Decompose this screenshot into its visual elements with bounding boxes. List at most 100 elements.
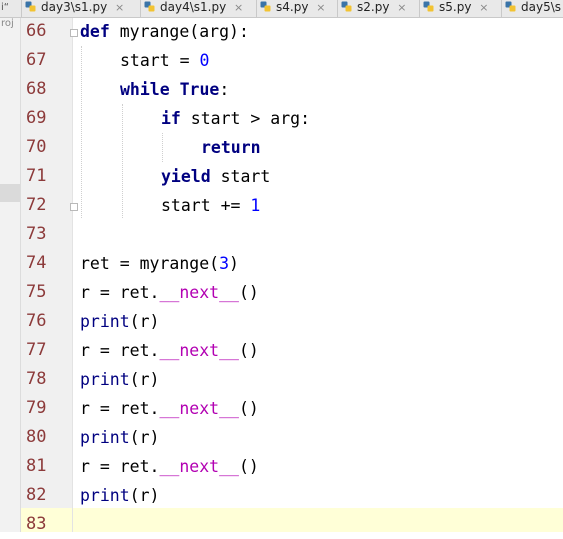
project-strip-label: roj: [1, 18, 14, 29]
current-line-highlight: [73, 508, 563, 532]
keyword-while: while: [120, 80, 170, 99]
tab-close-icon[interactable]: ×: [115, 1, 124, 14]
line-number: 71: [26, 166, 47, 186]
python-file-icon: [505, 1, 516, 12]
code-line-74[interactable]: ret = myrange(3): [80, 249, 239, 278]
code-text: (): [238, 457, 259, 476]
code-line-75[interactable]: r = ret.__next__(): [80, 278, 259, 307]
dunder-method: __next__: [159, 457, 239, 476]
tab-label: day5\s: [521, 0, 562, 14]
tab-s2[interactable]: s2.py ×: [337, 0, 416, 17]
number-literal: 3: [219, 254, 230, 273]
line-number: 70: [26, 137, 47, 157]
code-text: r = ret.: [80, 399, 160, 418]
tab-s5[interactable]: s5.py ×: [419, 0, 498, 17]
tab-label: day3\s1.py: [41, 0, 108, 14]
python-file-icon: [260, 1, 271, 12]
line-number: 77: [26, 340, 47, 360]
builtin-print: print: [80, 486, 130, 505]
keyword-if: if: [161, 109, 181, 128]
code-text: ret = myrange(: [80, 254, 220, 273]
tab-close-icon[interactable]: ×: [234, 1, 243, 14]
indent-guide: [162, 133, 163, 162]
code-line-72[interactable]: start += 1: [161, 191, 260, 220]
code-line-81[interactable]: r = ret.__next__(): [80, 452, 259, 481]
keyword-yield: yield: [161, 167, 211, 186]
code-line-66[interactable]: def myrange(arg):: [80, 17, 249, 46]
code-line-80[interactable]: print(r): [80, 423, 159, 452]
code-line-69[interactable]: if start > arg:: [161, 104, 310, 133]
dunder-method: __next__: [159, 283, 239, 302]
code-text: start: [210, 167, 271, 186]
dunder-method: __next__: [159, 341, 239, 360]
code-line-68[interactable]: while True:: [120, 75, 229, 104]
builtin-print: print: [80, 370, 130, 389]
code-line-77[interactable]: r = ret.__next__(): [80, 336, 259, 365]
tab-day4-s1[interactable]: day4\s1.py ×: [140, 0, 253, 17]
indent-guide: [122, 104, 123, 218]
line-number: 79: [26, 398, 47, 418]
tab-label: s4.py: [276, 0, 309, 14]
number-literal: 0: [199, 51, 210, 70]
line-number: 75: [26, 282, 47, 302]
tab-day3-s1[interactable]: day3\s1.py ×: [21, 0, 124, 17]
code-text: myrange(arg):: [109, 22, 249, 41]
keyword-return: return: [201, 138, 261, 157]
code-text: r = ret.: [80, 283, 160, 302]
python-file-icon: [144, 1, 155, 12]
tab-close-icon[interactable]: ×: [397, 1, 406, 14]
fold-marker-icon[interactable]: [70, 203, 78, 211]
line-number: 82: [26, 485, 47, 505]
builtin-print: print: [80, 428, 130, 447]
project-strip-selection: [0, 184, 20, 202]
dunder-method: __next__: [159, 399, 239, 418]
line-number: 83: [26, 514, 47, 534]
code-text: start =: [120, 51, 200, 70]
python-file-icon: [341, 1, 352, 12]
line-number: 67: [26, 50, 47, 70]
builtin-print: print: [80, 312, 130, 331]
line-number: 66: [26, 21, 47, 41]
line-number: 69: [26, 108, 47, 128]
line-number: 74: [26, 253, 47, 273]
code-text: (): [238, 341, 259, 360]
project-tool-strip[interactable]: [0, 18, 21, 532]
tab-label: s2.py: [357, 0, 390, 14]
code-text: (r): [129, 312, 160, 331]
line-number: 72: [26, 195, 47, 215]
code-line-78[interactable]: print(r): [80, 365, 159, 394]
tab-s4[interactable]: s4.py ×: [256, 0, 333, 17]
line-number: 76: [26, 311, 47, 331]
code-text: start +=: [161, 196, 251, 215]
code-text: (r): [129, 486, 160, 505]
tab-close-icon[interactable]: ×: [316, 1, 325, 14]
indent-guide: [81, 46, 82, 218]
code-text: (r): [129, 370, 160, 389]
code-text: r = ret.: [80, 341, 160, 360]
editor-tab-bar: i“ day3\s1.py × day4\s1.py × s4.py × s2.…: [0, 0, 563, 18]
code-text: ): [229, 254, 239, 273]
tab-day5-s[interactable]: day5\s: [501, 0, 563, 17]
code-line-70[interactable]: return: [201, 133, 261, 162]
line-number: 78: [26, 369, 47, 389]
tab-overflow-indicator[interactable]: i“: [0, 0, 9, 17]
fold-marker-icon[interactable]: [70, 29, 78, 37]
code-line-79[interactable]: r = ret.__next__(): [80, 394, 259, 423]
code-text: (): [238, 399, 259, 418]
code-line-76[interactable]: print(r): [80, 307, 159, 336]
code-text: r = ret.: [80, 457, 160, 476]
python-file-icon: [423, 1, 434, 12]
line-number: 68: [26, 79, 47, 99]
tab-label: s5.py: [439, 0, 472, 14]
tab-close-icon[interactable]: ×: [479, 1, 488, 14]
code-line-67[interactable]: start = 0: [120, 46, 209, 75]
code-text: start > arg:: [180, 109, 311, 128]
line-number: 81: [26, 456, 47, 476]
code-line-71[interactable]: yield start: [161, 162, 270, 191]
number-literal: 1: [250, 196, 261, 215]
keyword-true: True: [179, 80, 220, 99]
python-file-icon: [25, 1, 36, 12]
code-text: (r): [129, 428, 160, 447]
code-line-82[interactable]: print(r): [80, 481, 159, 510]
